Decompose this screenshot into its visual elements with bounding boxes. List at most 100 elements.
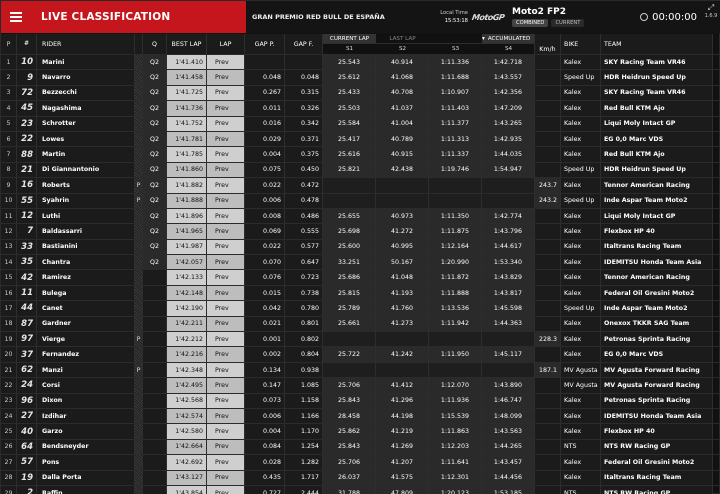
gap-first-cell: 1.254 [285, 439, 323, 455]
rider-name: Garzo [37, 424, 135, 439]
sector4-cell: 1:43.265 [482, 116, 535, 131]
lap-cell: Prev [207, 70, 245, 85]
col-team[interactable]: TEAM [601, 34, 713, 54]
table-row[interactable]: 19 97 Vierge P 1'42.212 Prev 0.001 0.802 228.3 Ka… [1, 332, 720, 348]
rider-name: Di Giannantonio [37, 162, 135, 178]
speed-cell [535, 455, 561, 470]
table-row[interactable]: 14 35 Chantra Q2 1'42.057 Prev 0.070 0.647 33.25… [1, 255, 720, 271]
col-s3[interactable]: S3 [429, 44, 482, 54]
sector4-cell: 1:44.456 [482, 470, 535, 485]
position-cell: 21 [1, 362, 17, 378]
tab-current[interactable]: CURRENT [551, 19, 585, 27]
table-row[interactable]: 11 12 Luthi Q2 1'41.896 Prev 0.008 0.486 25.655 4… [1, 208, 720, 225]
best-lap-cell: 1'42.664 [167, 439, 207, 455]
rider-name: Ramirez [37, 270, 135, 285]
sector1-cell: 25.706 [323, 378, 376, 393]
q-cell: Q2 [143, 224, 167, 239]
table-row[interactable]: 13 33 Bastianini Q2 1'41.987 Prev 0.022 0.577 25… [1, 239, 720, 256]
tab-last-lap[interactable]: LAST LAP [376, 34, 429, 43]
col-s2[interactable]: S2 [376, 44, 429, 54]
rider-name: Luthi [37, 208, 135, 224]
table-row[interactable]: 21 62 Manzi P 1'42.348 Prev 0.134 0.938 187.1 MV … [1, 362, 720, 379]
team-cell: Liqui Moly Intact GP [601, 116, 713, 131]
speed-cell [535, 393, 561, 408]
table-row[interactable]: 2 9 Navarro Q2 1'41.458 Prev 0.048 0.048 25.612 4… [1, 70, 720, 86]
sector4-cell: 1:42.774 [482, 208, 535, 224]
col-s1[interactable]: S1 [323, 44, 376, 54]
table-row[interactable]: 8 21 Di Giannantonio Q2 1'41.860 Prev 0.075 0.4… [1, 162, 720, 179]
col-q[interactable]: Q [143, 34, 167, 54]
best-lap-cell: 1'42.148 [167, 285, 207, 301]
table-row[interactable]: 18 87 Gardner 1'42.211 Prev 0.021 0.801 25.661 4… [1, 316, 720, 333]
col-number[interactable]: # [17, 34, 37, 54]
col-rider[interactable]: RIDER [37, 34, 135, 54]
table-row[interactable]: 12 7 Baldassarri Q2 1'41.965 Prev 0.069 0.555 25… [1, 224, 720, 240]
accumulated-dropdown[interactable]: ▾ ACCUMULATED ⌄ [482, 34, 534, 43]
best-lap-cell: 1'42.211 [167, 316, 207, 332]
col-bike[interactable]: BIKE [561, 34, 601, 54]
lap-cell: Prev [207, 147, 245, 162]
col-kmh[interactable]: Km/h [535, 34, 561, 54]
lap-cell: Prev [207, 362, 245, 378]
table-row[interactable]: 29 2 Raffin 1'43.854 Prev 0.727 2.444 31.788 47.… [1, 485, 720, 494]
best-lap-cell: 1'41.987 [167, 239, 207, 255]
team-cell: NTS RW Racing GP [601, 485, 713, 494]
table-row[interactable]: 24 27 Izdihar 1'42.574 Prev 0.006 1.166 28.458 4… [1, 408, 720, 425]
table-row[interactable]: 25 40 Garzo 1'42.580 Prev 0.004 1.170 25.862 41.… [1, 424, 720, 440]
q-cell [143, 393, 167, 408]
table-row[interactable]: 3 72 Bezzecchi Q2 1'41.725 Prev 0.267 0.315 25.4… [1, 85, 720, 102]
sector1-cell [323, 362, 376, 378]
table-row[interactable]: 17 44 Canet 1'42.190 Prev 0.042 0.780 25.789 41.… [1, 301, 720, 317]
q-cell [143, 378, 167, 393]
gap-first-cell: 1.170 [285, 424, 323, 439]
col-gap-p[interactable]: GAP P. [245, 34, 285, 54]
col-lap[interactable]: LAP [207, 34, 245, 54]
sector2-cell: 40.915 [376, 147, 429, 162]
table-row[interactable]: 5 23 Schrotter Q2 1'41.752 Prev 0.016 0.342 25.5… [1, 116, 720, 132]
table-row[interactable]: 26 64 Bendsneyder 1'42.664 Prev 0.084 1.254 25.… [1, 439, 720, 456]
rider-number: 22 [17, 131, 37, 147]
best-lap-cell: 1'41.458 [167, 70, 207, 85]
col-p[interactable]: P [1, 34, 17, 54]
table-row[interactable]: 7 88 Martin Q2 1'41.785 Prev 0.004 0.375 25.616 4… [1, 147, 720, 163]
table-row[interactable]: 1 10 Marini Q2 1'41.410 Prev 25.543 40.914 1:11.… [1, 55, 720, 71]
menu-icon[interactable] [1, 1, 31, 33]
sector3-cell: 1:11.936 [429, 393, 482, 408]
expand-icon[interactable]: ⤢ [708, 3, 714, 13]
sector3-cell: 1:12.164 [429, 239, 482, 255]
position-cell: 26 [1, 439, 17, 455]
pit-flag [135, 470, 143, 485]
sector1-cell: 25.655 [323, 208, 376, 224]
col-gap-f[interactable]: GAP F. [285, 34, 323, 54]
table-row[interactable]: 28 19 Dalla Porta 1'43.127 Prev 0.435 1.717 26.… [1, 470, 720, 486]
sector3-cell: 1:20.123 [429, 485, 482, 494]
team-cell: Onexox TKKR SAG Team [601, 316, 713, 332]
lap-cell: Prev [207, 255, 245, 270]
col-best-lap[interactable]: BEST LAP [167, 34, 207, 54]
team-cell: MV Agusta Forward Racing [601, 362, 713, 378]
table-row[interactable]: 22 24 Corsi 1'42.495 Prev 0.147 1.085 25.706 41.… [1, 378, 720, 394]
bike-cell: Speed Up [561, 70, 601, 85]
fullscreen-control[interactable]: ⤢ 1.6.9 [703, 3, 719, 31]
tab-current-lap[interactable]: CURRENT LAP [323, 34, 376, 43]
table-row[interactable]: 16 11 Bulega 1'42.148 Prev 0.015 0.738 25.815 41… [1, 285, 720, 302]
team-cell: Inde Aspar Team Moto2 [601, 193, 713, 208]
rider-number: 64 [17, 439, 37, 455]
table-row[interactable]: 9 16 Roberts P Q2 1'41.882 Prev 0.022 0.472 243.7… [1, 178, 720, 194]
table-row[interactable]: 6 22 Lowes Q2 1'41.781 Prev 0.029 0.371 25.417 40… [1, 131, 720, 148]
table-row[interactable]: 20 37 Fernandez 1'42.216 Prev 0.002 0.804 25.72… [1, 347, 720, 363]
col-s4[interactable]: S4 [482, 44, 534, 54]
rider-number: 62 [17, 362, 37, 378]
table-row[interactable]: 23 96 Dixon 1'42.568 Prev 0.073 1.158 25.843 41.… [1, 393, 720, 409]
table-row[interactable]: 27 57 Pons 1'42.692 Prev 0.028 1.282 25.706 41.2… [1, 455, 720, 471]
sector1-cell: 25.706 [323, 455, 376, 470]
speed-cell [535, 485, 561, 494]
table-row[interactable]: 10 55 Syahrin P Q2 1'41.888 Prev 0.006 0.478 243.… [1, 193, 720, 209]
sector3-cell: 1:13.536 [429, 301, 482, 316]
rider-number: 23 [17, 116, 37, 131]
table-row[interactable]: 15 42 Ramirez 1'42.133 Prev 0.076 0.723 25.686 4… [1, 270, 720, 286]
position-cell: 14 [1, 255, 17, 270]
table-row[interactable]: 4 45 Nagashima Q2 1'41.736 Prev 0.011 0.326 25.5… [1, 101, 720, 117]
tab-combined[interactable]: COMBINED [512, 19, 549, 27]
q-cell: Q2 [143, 239, 167, 255]
